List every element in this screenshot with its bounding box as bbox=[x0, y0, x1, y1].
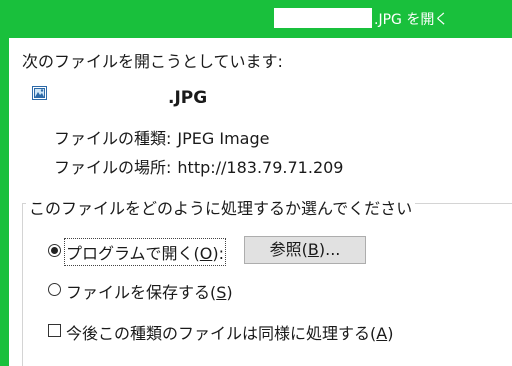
open-with-radio[interactable] bbox=[48, 244, 61, 257]
remember-choice-label[interactable]: 今後この種類のファイルは同様に処理する(A) bbox=[66, 320, 393, 344]
window-border bbox=[0, 0, 9, 366]
remember-choice-checkbox[interactable] bbox=[48, 324, 61, 337]
browse-button[interactable]: 参照(B)... bbox=[244, 236, 366, 264]
file-type-label: ファイルの種類: bbox=[54, 129, 172, 148]
groupbox-border-left bbox=[22, 203, 23, 366]
intro-text: 次のファイルを開こうとしています: bbox=[22, 52, 283, 71]
file-type-row: ファイルの種類: JPEG Image bbox=[54, 125, 269, 149]
image-file-icon bbox=[32, 86, 47, 100]
filename: .JPG bbox=[168, 88, 208, 108]
groupbox-title: このファイルをどのように処理するか選んでください bbox=[26, 195, 416, 219]
filename-redaction bbox=[52, 86, 168, 106]
open-with-label[interactable]: プログラムで開く(O): bbox=[64, 238, 226, 266]
radio-selected-dot bbox=[51, 247, 58, 254]
file-location-value: http://183.79.71.209 bbox=[177, 158, 344, 177]
file-location-label: ファイルの場所: bbox=[54, 158, 172, 177]
file-type-value: JPEG Image bbox=[177, 129, 270, 148]
save-file-radio[interactable] bbox=[48, 283, 61, 296]
title-redaction bbox=[274, 8, 372, 28]
window-title: .JPG を開く bbox=[374, 12, 449, 28]
file-location-row: ファイルの場所: http://183.79.71.209 bbox=[54, 154, 343, 178]
save-file-label[interactable]: ファイルを保存する(S) bbox=[66, 279, 233, 303]
